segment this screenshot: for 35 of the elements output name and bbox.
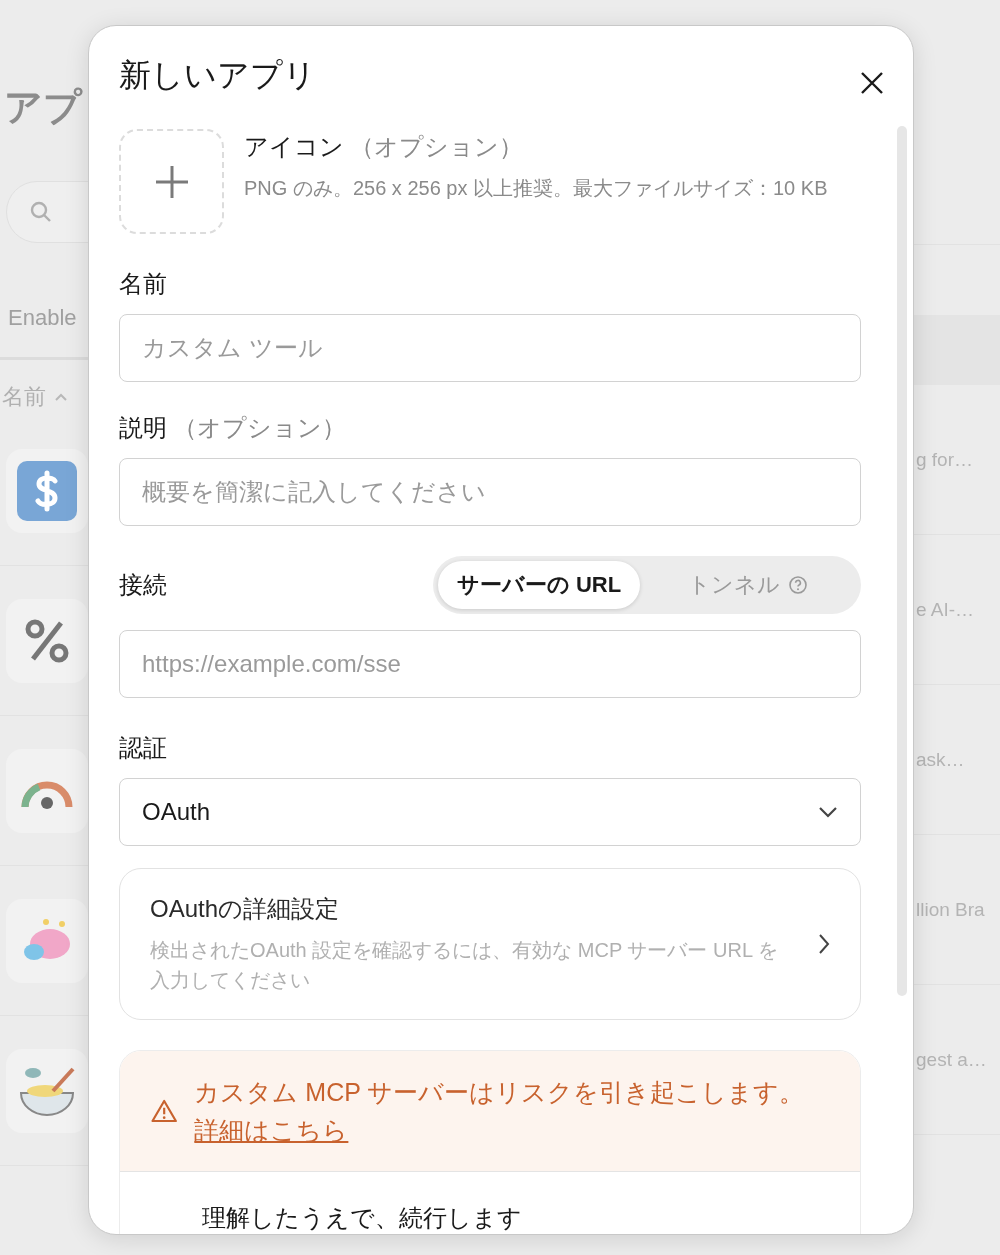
warning-text: カスタム MCP サーバーはリスクを引き起こします。 詳細はこちら: [194, 1077, 806, 1146]
field-label: 認証: [119, 733, 167, 763]
field-label: アイコン: [244, 132, 344, 162]
connection-option[interactable]: サーバーの URL: [438, 561, 640, 609]
plus-icon: [153, 163, 190, 200]
chevron-down-icon: [818, 806, 838, 818]
upload-hint: PNG のみ。256 x 256 px 以上推奨。最大ファイルサイズ：10 KB: [244, 176, 828, 201]
scrollbar[interactable]: [897, 126, 907, 996]
card-description: 検出されたOAuth 設定を確認するには、有効な MCP サーバー URL を入力してください: [150, 938, 779, 993]
app-description: ask…: [916, 748, 965, 771]
dialog-title: 新しいアプリ: [119, 56, 316, 95]
description-input[interactable]: 概要を簡潔に記入してください: [119, 458, 861, 526]
field-label: 名前: [119, 269, 167, 299]
chevron-right-icon: [818, 933, 830, 955]
optional-label: （オプション）: [173, 413, 346, 443]
close-icon: [859, 70, 885, 96]
field-label: 接続: [119, 570, 167, 600]
optional-label: （オプション）: [350, 132, 523, 162]
icon-upload-button[interactable]: [119, 129, 224, 234]
card-title: OAuthの詳細設定: [150, 894, 341, 924]
learn-more-link[interactable]: 詳細はこちら: [194, 1116, 349, 1144]
url-input[interactable]: https://example.com/sse: [119, 630, 861, 698]
app-description: gest a…: [916, 1048, 987, 1071]
connection-option[interactable]: トンネル: [640, 561, 856, 609]
filter-tab[interactable]: Enable: [8, 305, 77, 339]
search-icon: [29, 200, 53, 224]
name-input[interactable]: カスタム ツール: [119, 314, 861, 382]
dollar-icon: [17, 460, 77, 521]
acknowledge-label: 理解したうえで、続行します: [202, 1204, 522, 1231]
field-label: 説明: [119, 413, 167, 443]
caret-icon: [54, 392, 68, 402]
page-title: アプ: [4, 85, 82, 130]
advanced-settings-card[interactable]: OAuthの詳細設定 検出されたOAuth 設定を確認するには、有効な MCP サーバー URL を入力してください: [119, 868, 861, 1020]
app-description: llion Bra: [916, 898, 985, 921]
auth-select[interactable]: OAuth: [119, 778, 861, 846]
